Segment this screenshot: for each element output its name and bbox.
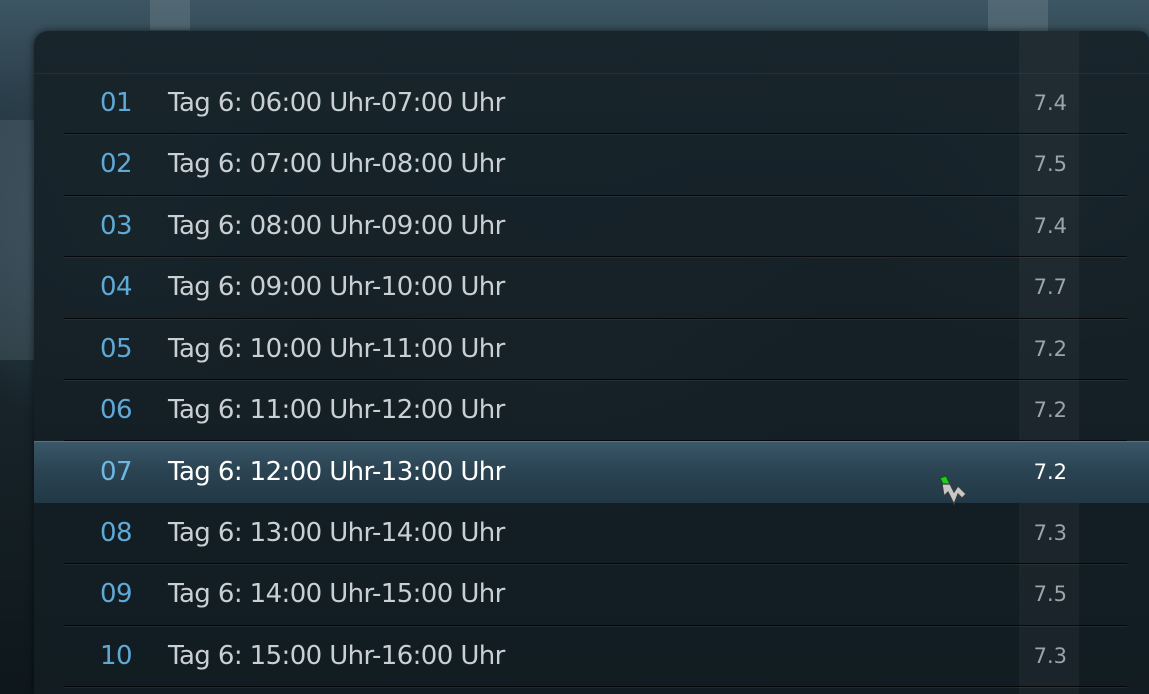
episode-rating: 7.4 (1033, 91, 1067, 115)
episode-row[interactable]: 05 Tag 6: 10:00 Uhr-11:00 Uhr 7.2 (34, 319, 1149, 380)
episode-row[interactable]: 04 Tag 6: 09:00 Uhr-10:00 Uhr 7.7 (34, 257, 1149, 319)
episode-number: 08 (100, 517, 133, 548)
episode-rating: 7.4 (1033, 213, 1067, 238)
row-divider (64, 685, 1127, 687)
episode-number: 01 (100, 88, 133, 118)
episode-title: Tag 6: 09:00 Uhr-10:00 Uhr (168, 272, 505, 303)
episode-rating: 7.5 (1033, 582, 1067, 607)
episode-title: Tag 6: 12:00 Uhr-13:00 Uhr (168, 457, 505, 488)
episode-title: Tag 6: 11:00 Uhr-12:00 Uhr (168, 394, 505, 425)
episode-title: Tag 6: 06:00 Uhr-07:00 Uhr (168, 88, 505, 118)
episode-number: 04 (100, 272, 133, 303)
episode-number: 09 (100, 579, 133, 610)
episode-number: 02 (100, 149, 133, 180)
episode-row[interactable]: 01 Tag 6: 06:00 Uhr-07:00 Uhr 7.4 (34, 73, 1149, 135)
episode-number: 10 (100, 640, 133, 671)
episode-list-panel: 01 Tag 6: 06:00 Uhr-07:00 Uhr 7.4 02 Tag… (34, 31, 1149, 694)
episode-row[interactable]: 02 Tag 6: 07:00 Uhr-08:00 Uhr 7.5 (34, 134, 1149, 196)
episode-row[interactable]: 03 Tag 6: 08:00 Uhr-09:00 Uhr 7.4 (34, 196, 1149, 258)
episode-rating: 7.2 (1033, 460, 1067, 485)
episode-row[interactable]: 09 Tag 6: 14:00 Uhr-15:00 Uhr 7.5 (34, 564, 1149, 626)
episode-list: 01 Tag 6: 06:00 Uhr-07:00 Uhr 7.4 02 Tag… (34, 73, 1149, 687)
episode-rating: 7.5 (1033, 152, 1067, 177)
episode-rating: 7.3 (1033, 520, 1067, 545)
backdrop-tower-right (988, 0, 1048, 32)
episode-row[interactable]: 10 Tag 6: 15:00 Uhr-16:00 Uhr 7.3 (34, 626, 1149, 687)
episode-row-selected[interactable]: 07 Tag 6: 12:00 Uhr-13:00 Uhr 7.2 (34, 441, 1149, 503)
episode-title: Tag 6: 10:00 Uhr-11:00 Uhr (168, 333, 505, 364)
episode-row[interactable]: 06 Tag 6: 11:00 Uhr-12:00 Uhr 7.2 (34, 380, 1149, 442)
episode-row[interactable]: 08 Tag 6: 13:00 Uhr-14:00 Uhr 7.3 (34, 503, 1149, 565)
episode-number: 06 (100, 394, 133, 425)
backdrop-tower-left (150, 0, 190, 30)
episode-number: 05 (100, 333, 133, 364)
episode-title: Tag 6: 14:00 Uhr-15:00 Uhr (168, 579, 505, 610)
episode-number: 07 (100, 457, 133, 488)
episode-title: Tag 6: 13:00 Uhr-14:00 Uhr (168, 517, 505, 548)
episode-rating: 7.3 (1033, 643, 1067, 668)
episode-number: 03 (100, 210, 133, 241)
episode-rating: 7.2 (1033, 397, 1067, 422)
backdrop-building-left (0, 120, 34, 360)
episode-title: Tag 6: 08:00 Uhr-09:00 Uhr (168, 210, 505, 241)
episode-rating: 7.2 (1033, 336, 1067, 361)
episode-title: Tag 6: 07:00 Uhr-08:00 Uhr (168, 149, 505, 180)
episode-title: Tag 6: 15:00 Uhr-16:00 Uhr (168, 640, 505, 671)
panel-header (34, 31, 1149, 74)
mouse-pointer-icon (939, 475, 967, 506)
episode-rating: 7.7 (1033, 275, 1067, 300)
